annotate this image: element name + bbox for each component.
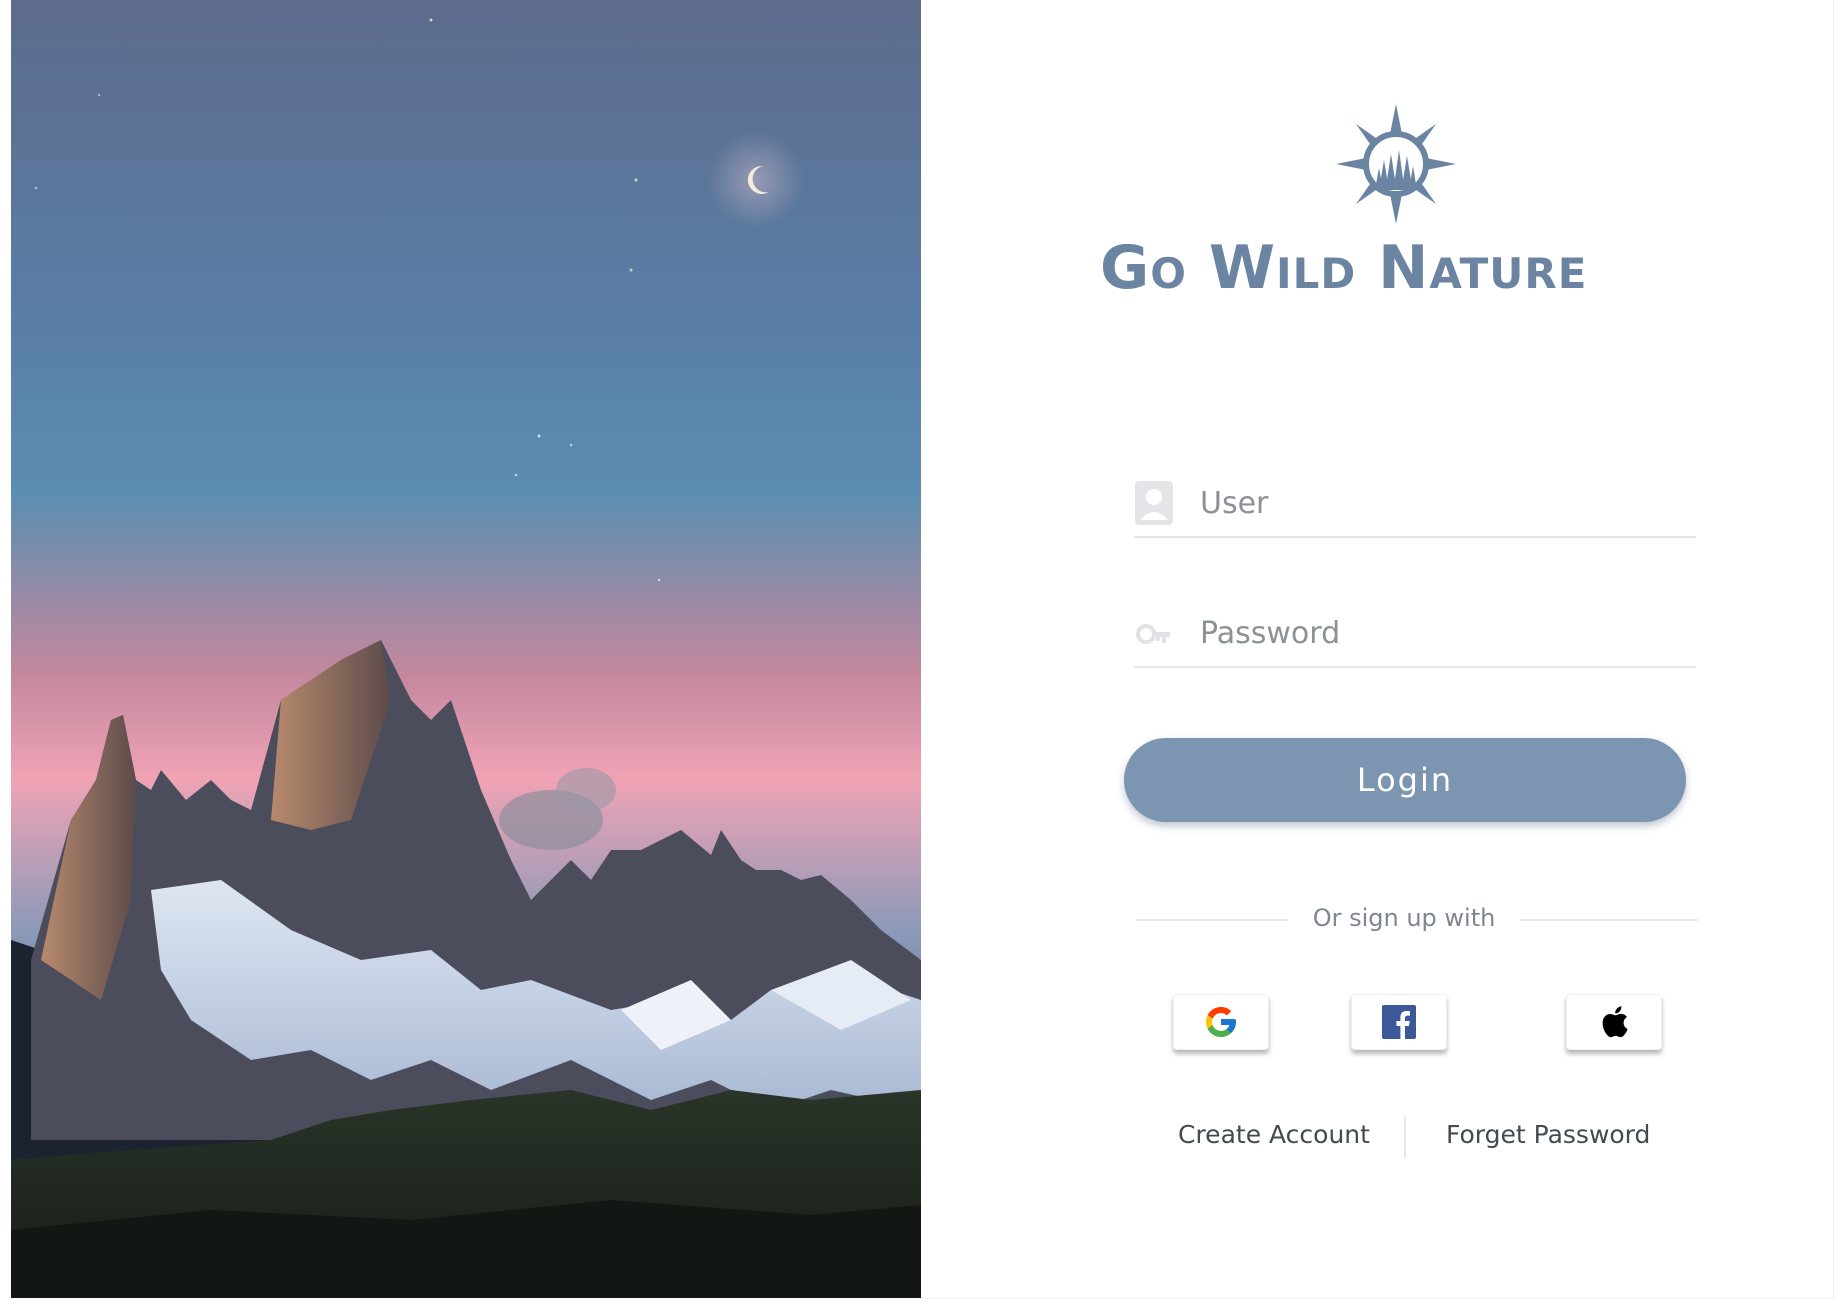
forget-password-link[interactable]: Forget Password — [1446, 1120, 1650, 1149]
divider-left — [1136, 919, 1288, 921]
social-divider-text: Or sign up with — [1312, 904, 1496, 932]
apple-icon — [1602, 1006, 1628, 1038]
user-field — [1134, 476, 1696, 538]
create-account-link[interactable]: Create Account — [1178, 1120, 1370, 1149]
google-icon — [1206, 1007, 1236, 1037]
hero-mountain-image — [11, 0, 921, 1298]
google-signup-button[interactable] — [1173, 994, 1269, 1050]
mountain-landscape-illustration — [11, 18, 921, 1298]
key-icon — [1136, 624, 1170, 644]
password-input[interactable] — [1200, 608, 1680, 658]
user-input[interactable] — [1200, 478, 1680, 528]
apple-signup-button[interactable] — [1566, 994, 1662, 1050]
facebook-signup-button[interactable] — [1351, 994, 1447, 1050]
login-button[interactable]: Login — [1124, 738, 1686, 822]
password-field — [1134, 606, 1696, 668]
login-screen: Go Wild Nature Login Or sign up with — [0, 0, 1839, 1304]
user-avatar-icon — [1135, 481, 1173, 525]
link-separator — [1404, 1116, 1406, 1158]
facebook-icon — [1382, 1005, 1416, 1039]
divider-right — [1520, 919, 1698, 921]
compass-pine-trees-icon — [1336, 104, 1456, 224]
brand-title: Go Wild Nature — [1100, 233, 1588, 303]
